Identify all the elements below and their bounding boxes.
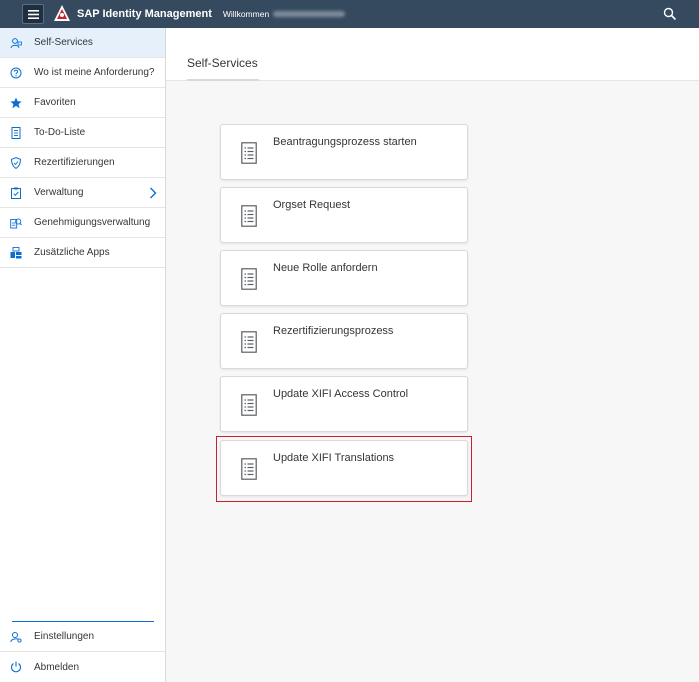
- chevron-right-icon[interactable]: [149, 187, 157, 199]
- sidebar-item-label: Rezertifizierungen: [34, 157, 115, 168]
- shield-icon: [10, 156, 22, 169]
- form-icon: [241, 205, 257, 227]
- sidebar-item-administration[interactable]: Verwaltung: [0, 178, 165, 208]
- sidebar-item-recertifications[interactable]: Rezertifizierungen: [0, 148, 165, 178]
- hamburger-icon: [27, 9, 39, 19]
- sidebar-item-favorites[interactable]: Favoriten: [0, 88, 165, 118]
- sidebar-item-approval-management[interactable]: Genehmigungsverwaltung: [0, 208, 165, 238]
- sidebar-item-label: Einstellungen: [34, 631, 95, 642]
- sap-logo-icon: [54, 5, 70, 21]
- main-content: Self-Services Beantragungsprozess starte…: [166, 28, 699, 682]
- sidebar-item-label: Wo ist meine Anforderung?: [34, 67, 155, 78]
- logout-icon: [10, 661, 22, 673]
- tile-title: Update XIFI Translations: [273, 452, 395, 464]
- welcome-text: Willkommen: [222, 9, 270, 19]
- user-name-blurred: [273, 11, 346, 17]
- tile-update-xifi-translations[interactable]: Update XIFI Translations: [220, 440, 468, 496]
- shell-bar: SAP Identity Management Willkommen: [0, 0, 699, 28]
- tile-neue-rolle-anfordern[interactable]: Neue Rolle anfordern: [220, 250, 468, 306]
- approval-icon: [10, 217, 22, 229]
- sidebar-item-label: Abmelden: [34, 661, 80, 673]
- tile-title: Neue Rolle anfordern: [273, 262, 378, 274]
- page-title: Self-Services: [187, 56, 258, 70]
- sidebar-footer: Einstellungen Abmelden: [0, 621, 166, 682]
- sidebar-item-label: Zusätzliche Apps: [34, 247, 110, 258]
- tile-beantragungsprozess-starten[interactable]: Beantragungsprozess starten: [220, 124, 468, 180]
- tile-title: Beantragungsprozess starten: [273, 136, 417, 148]
- sidebar-item-logout[interactable]: Abmelden: [0, 652, 166, 682]
- question-icon: [10, 67, 22, 79]
- app-title: SAP Identity Management: [77, 8, 212, 20]
- star-icon: [10, 97, 22, 109]
- sidebar-item-additional-apps[interactable]: Zusätzliche Apps: [0, 238, 165, 268]
- tile-orgset-request[interactable]: Orgset Request: [220, 187, 468, 243]
- sidebar-item-self-services[interactable]: Self-Services: [0, 28, 165, 58]
- sidebar-item-label: Genehmigungsverwaltung: [34, 217, 151, 228]
- sidebar-item-label: Verwaltung: [34, 187, 84, 198]
- form-icon: [241, 142, 257, 164]
- sidebar-item-settings[interactable]: Einstellungen: [0, 622, 166, 652]
- clipboard-check-icon: [10, 187, 22, 199]
- apps-icon: [10, 246, 22, 259]
- settings-icon: [10, 631, 22, 643]
- search-icon[interactable]: [663, 7, 677, 21]
- tile-title: Rezertifizierungsprozess: [273, 325, 394, 337]
- tile-rezertifizierungsprozess[interactable]: Rezertifizierungsprozess: [220, 313, 468, 369]
- tile-update-xifi-access-control[interactable]: Update XIFI Access Control: [220, 376, 468, 432]
- page-header: Self-Services: [166, 28, 699, 81]
- sidebar-item-label: Self-Services: [34, 37, 93, 48]
- sidebar-item-label: To-Do-Liste: [34, 127, 86, 138]
- title-underline: [187, 79, 259, 81]
- tile-title: Update XIFI Access Control: [273, 388, 409, 400]
- sidebar-item-request-status[interactable]: Wo ist meine Anforderung?: [0, 58, 165, 88]
- form-icon: [241, 458, 257, 480]
- sidebar-item-label: Favoriten: [34, 97, 76, 108]
- form-icon: [241, 331, 257, 353]
- menu-button[interactable]: [22, 4, 44, 24]
- tile-title: Orgset Request: [273, 199, 351, 211]
- side-navigation: Self-Services Wo ist meine Anforderung? …: [0, 28, 166, 682]
- self-service-icon: [10, 37, 22, 49]
- sidebar-item-todo-list[interactable]: To-Do-Liste: [0, 118, 165, 148]
- form-icon: [241, 268, 257, 290]
- form-icon: [241, 394, 257, 416]
- task-list-icon: [10, 126, 22, 139]
